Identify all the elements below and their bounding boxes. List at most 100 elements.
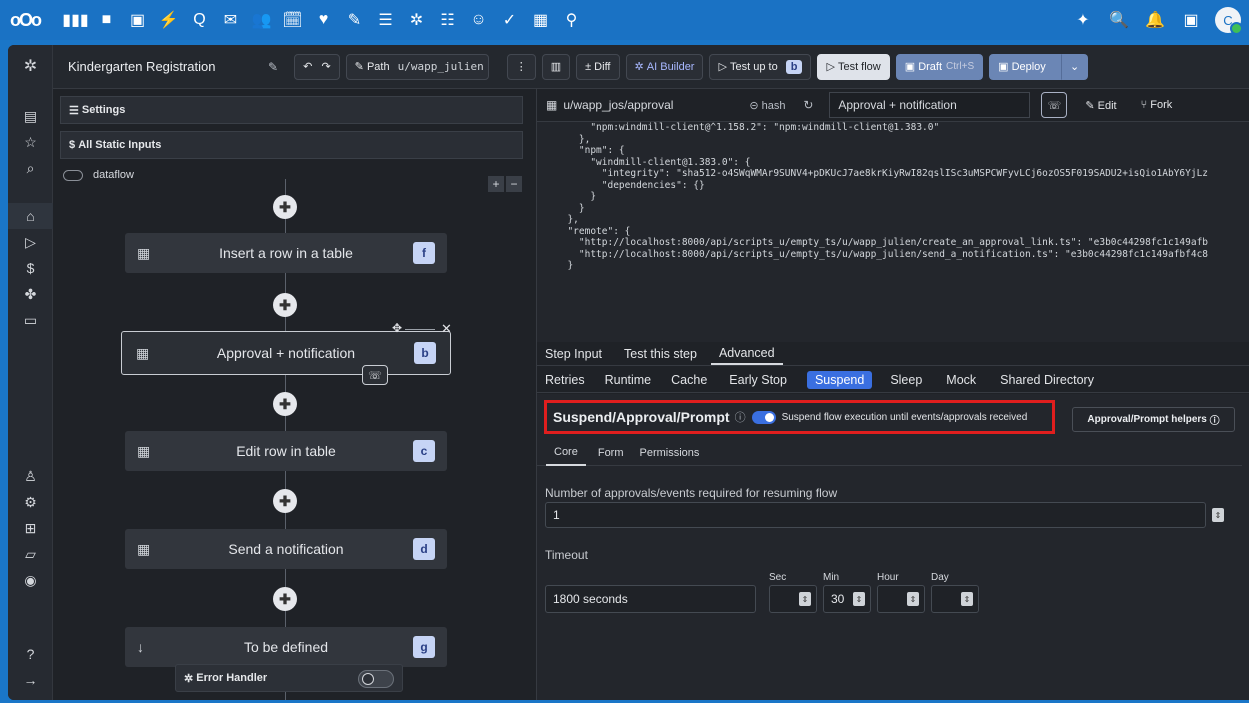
sec-stepper-icon[interactable]: ⇕ — [799, 592, 811, 606]
runs-icon[interactable]: ▷ — [8, 229, 53, 255]
star-icon[interactable]: ☆ — [8, 129, 53, 155]
script-path[interactable]: u/wapp_jos/approval — [563, 98, 749, 112]
app-icon-5[interactable]: ✉ — [215, 0, 246, 40]
search-icon[interactable]: 🔍 — [1101, 0, 1137, 40]
app-icon-1[interactable]: ■ — [91, 0, 122, 40]
bot-icon[interactable]: ⊞ — [8, 515, 53, 541]
search-icon[interactable]: ⌕ — [8, 155, 53, 181]
contacts-icon[interactable]: ▣ — [1173, 0, 1209, 40]
settings-icon[interactable]: ⚙ — [8, 489, 53, 515]
flow-node-c[interactable]: ▦ Edit row in table c — [125, 431, 447, 471]
insert-step-icon[interactable]: ✚ — [273, 392, 297, 416]
insert-step-icon[interactable]: ✚ — [273, 587, 297, 611]
error-handler-bar[interactable]: ✲ Error Handler — [175, 664, 403, 692]
app-icon-9[interactable]: ✎ — [339, 0, 370, 40]
flow-name[interactable]: Kindergarten Registration — [68, 59, 268, 74]
home-icon[interactable]: ▤ — [8, 103, 53, 129]
move-icon[interactable]: ✥ — [392, 321, 402, 335]
tab-suspend[interactable]: Suspend — [806, 370, 873, 389]
app-icon-0[interactable]: ▮▮▮ — [60, 0, 91, 40]
user-icon[interactable]: ♙ — [8, 463, 53, 489]
diff-button[interactable]: ± Diff — [576, 53, 620, 80]
summary-input[interactable]: Approval + notification — [829, 92, 1031, 118]
settings-bar[interactable]: ☰ Settings — [60, 96, 523, 124]
app-icon-2[interactable]: ▣ — [122, 0, 153, 40]
home-nav-icon[interactable]: ⌂ — [8, 203, 53, 229]
lockfile-code-view[interactable]: "npm:windmill-client@^1.158.2": "npm:win… — [537, 122, 1249, 342]
deploy-button[interactable]: ▣ Deploy — [989, 53, 1061, 80]
edit-button[interactable]: ✎ Edit — [1085, 99, 1116, 112]
tab-cache[interactable]: Cache — [663, 367, 715, 392]
flow-node-g[interactable]: ↓ To be defined g — [125, 627, 447, 667]
deploy-dropdown-button[interactable]: ⌄ — [1060, 53, 1089, 80]
help-icon[interactable]: ? — [8, 641, 53, 667]
tab-sleep[interactable]: Sleep — [878, 367, 934, 392]
edit-name-icon[interactable]: ✎ — [268, 60, 278, 74]
nextcloud-logo[interactable]: oOo — [0, 0, 50, 40]
app-icon-4[interactable]: Q — [184, 0, 215, 40]
tab-early-stop[interactable]: Early Stop — [715, 367, 801, 392]
static-inputs-bar[interactable]: $ All Static Inputs — [60, 131, 523, 159]
ai-builder-button[interactable]: ✲ AI Builder — [625, 53, 704, 80]
suspend-toggle[interactable] — [751, 410, 776, 424]
tab-form[interactable]: Form — [586, 447, 636, 459]
insert-step-icon[interactable]: ✚ — [273, 195, 297, 219]
collapse-icon[interactable]: → — [8, 667, 53, 693]
draft-button[interactable]: ▣ Draft Ctrl+S — [895, 53, 984, 80]
info-icon[interactable]: ⓘ — [735, 409, 746, 425]
tab-runtime[interactable]: Runtime — [593, 367, 664, 392]
zoom-in-button[interactable]: + — [488, 176, 504, 192]
approvals-stepper-icon[interactable]: ⇕ — [1212, 508, 1224, 522]
split-view-button[interactable]: ▥ — [541, 53, 571, 80]
suspend-phone-button[interactable]: ☏ — [1041, 92, 1068, 118]
delete-node-icon[interactable]: ✕ — [441, 321, 452, 337]
approval-helpers-button[interactable]: Approval/Prompt helpers ⓘ — [1072, 407, 1235, 432]
avatar[interactable]: C — [1215, 7, 1243, 35]
folder-icon[interactable]: ▱ — [8, 541, 53, 567]
variables-icon[interactable]: $ — [8, 255, 53, 281]
app-icon-13[interactable]: ☺ — [463, 0, 494, 40]
app-icon-8[interactable]: ♥ — [308, 0, 339, 40]
dataflow-toggle[interactable]: dataflow — [63, 169, 134, 181]
tab-step-input[interactable]: Step Input — [537, 342, 610, 365]
app-icon-16[interactable]: ⚲ — [556, 0, 587, 40]
schedules-icon[interactable]: ▭ — [8, 307, 53, 333]
tab-core[interactable]: Core — [546, 440, 586, 466]
tab-advanced[interactable]: Advanced — [710, 342, 783, 365]
flow-node-d[interactable]: ▦ Send a notification d — [125, 529, 447, 569]
min-stepper-icon[interactable]: ⇕ — [853, 592, 865, 606]
eye-icon[interactable]: ◉ — [8, 567, 53, 593]
tab-retries[interactable]: Retries — [537, 367, 593, 392]
hash-label[interactable]: ⊝ hash — [749, 99, 803, 112]
app-icon-11[interactable]: ✲ — [401, 0, 432, 40]
more-menu-button[interactable]: ⋮ — [506, 53, 536, 80]
app-icon-10[interactable]: ☰ — [370, 0, 401, 40]
resources-icon[interactable]: ✤ — [8, 281, 53, 307]
flow-node-f[interactable]: ▦ Insert a row in a table f — [125, 233, 447, 273]
notification-icon[interactable]: 🔔 — [1137, 0, 1173, 40]
refresh-icon[interactable]: ↻ — [803, 98, 829, 112]
fork-button[interactable]: ⑂ Fork — [1141, 99, 1173, 111]
error-handler-toggle[interactable] — [358, 670, 394, 688]
tab-permissions[interactable]: Permissions — [636, 447, 704, 459]
day-stepper-icon[interactable]: ⇕ — [961, 592, 973, 606]
test-up-to-button[interactable]: ▷ Test up to b — [709, 53, 812, 80]
tab-mock[interactable]: Mock — [934, 367, 988, 392]
app-icon-14[interactable]: ✓ — [494, 0, 525, 40]
flow-node-b[interactable]: ▦ Approval + notification b ☏ — [121, 331, 451, 385]
app-icon-7[interactable]: 🗓 — [277, 0, 308, 40]
zoom-out-button[interactable]: − — [506, 176, 522, 192]
path-button[interactable]: ✎ Path u/wapp_julien — [345, 53, 489, 80]
app-icon-12[interactable]: ☷ — [432, 0, 463, 40]
app-icon-15[interactable]: ▦ — [525, 0, 556, 40]
windmill-logo-icon[interactable]: ✲ — [8, 53, 53, 79]
assistant-icon[interactable]: ✦ — [1065, 0, 1101, 40]
tab-test-this-step[interactable]: Test this step — [610, 342, 711, 365]
dataflow-switch[interactable] — [63, 169, 83, 181]
test-flow-button[interactable]: ▷ Test flow — [817, 53, 890, 80]
insert-step-icon[interactable]: ✚ — [273, 293, 297, 317]
insert-step-icon[interactable]: ✚ — [273, 489, 297, 513]
approvals-input[interactable]: 1 — [545, 502, 1206, 528]
hour-stepper-icon[interactable]: ⇕ — [907, 592, 919, 606]
tab-shared-directory[interactable]: Shared Directory — [988, 367, 1106, 392]
